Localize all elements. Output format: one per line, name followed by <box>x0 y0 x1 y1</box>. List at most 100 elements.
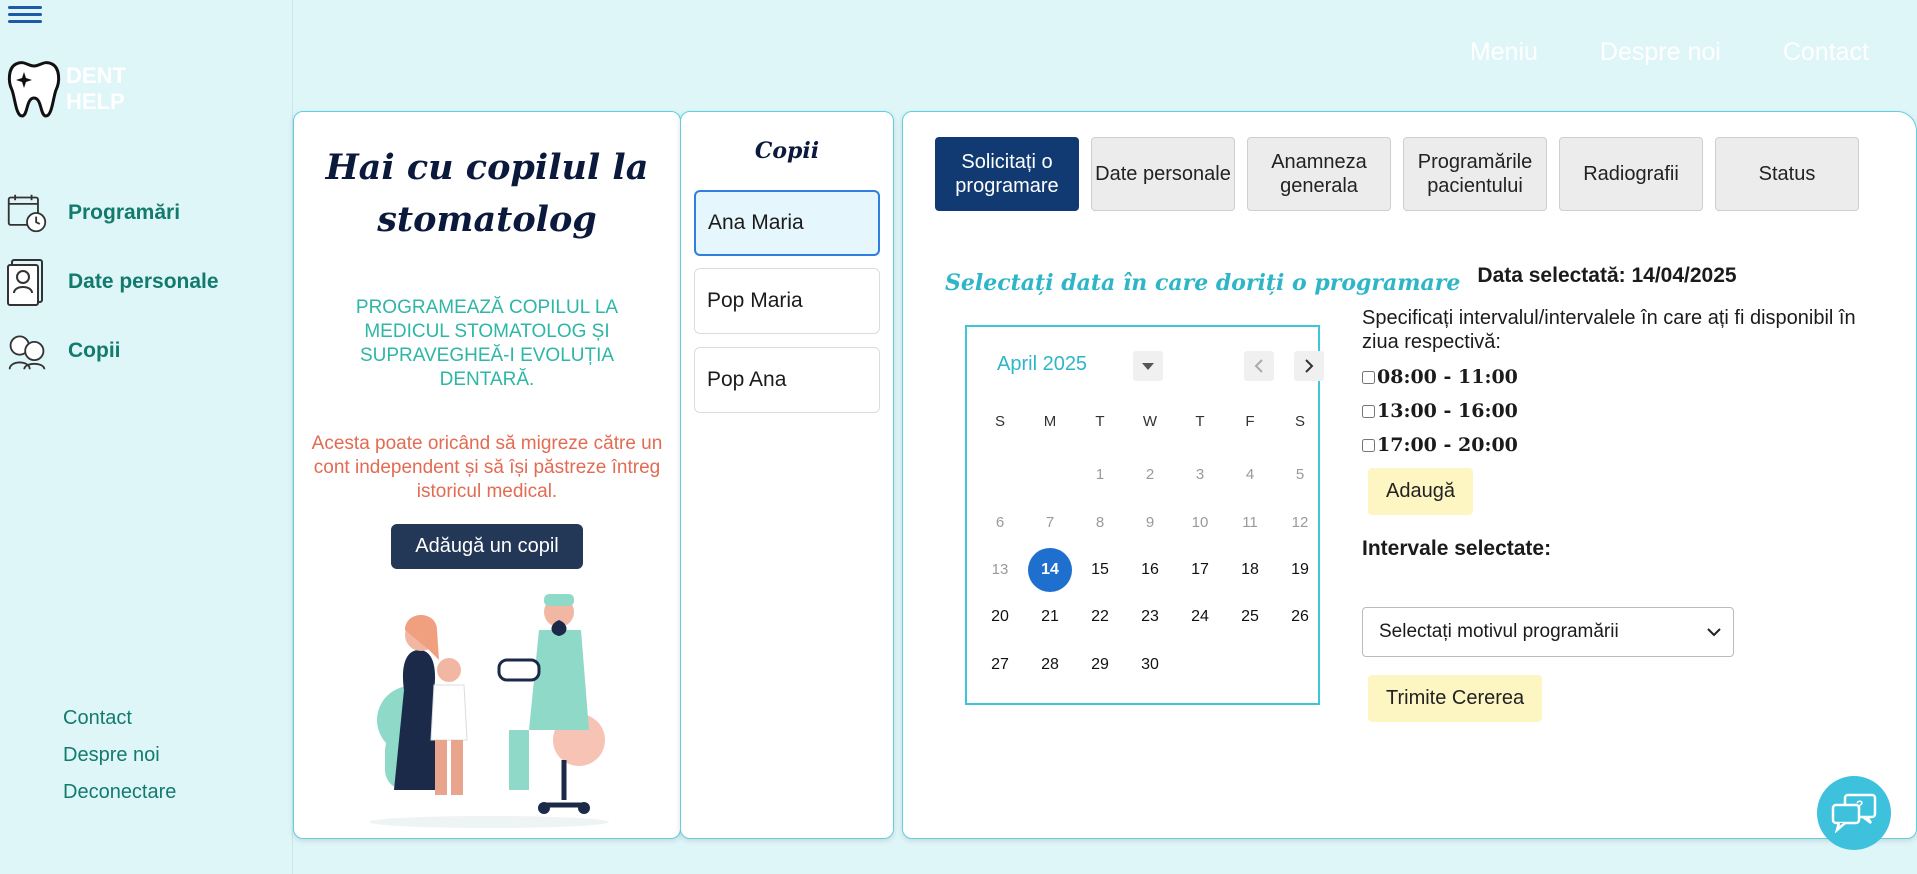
day-number: 11 <box>1242 513 1258 531</box>
hero-note: Acesta poate oricând să migreze către un… <box>311 433 663 502</box>
day-cell[interactable]: 26 <box>1275 594 1325 642</box>
child-item-ana-maria[interactable]: Ana Maria <box>694 190 880 256</box>
children-icon <box>6 328 48 374</box>
slot-checkbox[interactable] <box>1362 370 1375 384</box>
empty-day-cell <box>975 451 1025 499</box>
slot-option[interactable]: 13:00 - 16:00 <box>1362 400 1882 422</box>
weekday-row: SMTWTFS <box>975 413 1325 430</box>
tab-radiographs[interactable]: Radiografii <box>1559 137 1703 211</box>
day-cell[interactable]: 6 <box>975 499 1025 547</box>
day-cell[interactable]: 7 <box>1025 499 1075 547</box>
day-cell[interactable]: 20 <box>975 594 1025 642</box>
day-cell[interactable]: 23 <box>1125 594 1175 642</box>
weekday-label: W <box>1142 413 1158 430</box>
sidebar: DENT HELP Programări Date personale Copi… <box>0 0 293 874</box>
sidebar-item-date-personale[interactable]: Date personale <box>6 247 219 316</box>
day-number: 9 <box>1145 513 1155 531</box>
day-cell[interactable]: 2 <box>1125 451 1175 499</box>
day-cell[interactable]: 4 <box>1225 451 1275 499</box>
day-cell[interactable]: 1 <box>1075 451 1125 499</box>
child-item-pop-maria[interactable]: Pop Maria <box>694 268 880 334</box>
day-number: 15 <box>1091 560 1109 578</box>
slot-label: 13:00 - 16:00 <box>1377 400 1518 422</box>
appointment-reason-select[interactable]: Selectați motivul programării <box>1362 607 1734 657</box>
month-dropdown-icon[interactable] <box>1133 351 1163 381</box>
logout-link[interactable]: Deconectare <box>63 774 176 811</box>
submit-request-button[interactable]: Trimite Cererea <box>1368 675 1543 722</box>
topnav-menu-link[interactable]: Meniu <box>1470 38 1538 67</box>
day-number: 25 <box>1241 608 1259 626</box>
day-number: 3 <box>1195 466 1205 484</box>
sidebar-item-programari[interactable]: Programări <box>6 178 219 247</box>
day-cell-selected[interactable]: 14 <box>1025 546 1075 594</box>
contact-link[interactable]: Contact <box>63 700 176 737</box>
day-cell[interactable]: 5 <box>1275 451 1325 499</box>
day-number: 19 <box>1291 560 1309 578</box>
day-cell[interactable]: 9 <box>1125 499 1175 547</box>
day-cell[interactable]: 17 <box>1175 546 1225 594</box>
day-number: 22 <box>1091 608 1109 626</box>
day-number: 1 <box>1095 466 1105 484</box>
svg-text:?: ? <box>1856 798 1863 812</box>
day-cell[interactable]: 25 <box>1225 594 1275 642</box>
day-cell[interactable]: 8 <box>1075 499 1125 547</box>
tab-anamnesis[interactable]: Anamneza generala <box>1247 137 1391 211</box>
tab-personal-data[interactable]: Date personale <box>1091 137 1235 211</box>
day-cell[interactable]: 27 <box>975 641 1025 689</box>
day-number: 30 <box>1141 655 1159 673</box>
prev-month-icon[interactable] <box>1244 351 1274 381</box>
day-cell[interactable]: 22 <box>1075 594 1125 642</box>
hamburger-menu-icon[interactable] <box>8 2 42 28</box>
day-cell[interactable]: 18 <box>1225 546 1275 594</box>
day-number: 2 <box>1145 466 1155 484</box>
weekday-label: T <box>1095 413 1105 430</box>
day-cell[interactable]: 28 <box>1025 641 1075 689</box>
slot-label: 17:00 - 20:00 <box>1377 434 1518 456</box>
dentist-family-illustration <box>369 594 609 828</box>
day-cell[interactable]: 29 <box>1075 641 1125 689</box>
empty-day-cell <box>1025 451 1075 499</box>
add-slot-button[interactable]: Adaugă <box>1368 468 1473 515</box>
topnav-contact-link[interactable]: Contact <box>1783 38 1869 67</box>
day-cell[interactable]: 15 <box>1075 546 1125 594</box>
slot-checkbox[interactable] <box>1362 438 1375 452</box>
day-cell[interactable]: 3 <box>1175 451 1225 499</box>
sidebar-item-label: Copii <box>68 338 121 362</box>
logo-line-2: HELP <box>66 89 125 114</box>
slot-option[interactable]: 08:00 - 11:00 <box>1362 366 1882 388</box>
day-number: 20 <box>991 608 1009 626</box>
topnav-about-link[interactable]: Despre noi <box>1600 38 1721 67</box>
id-card-icon <box>6 258 48 306</box>
weekday-label: S <box>1294 413 1305 430</box>
month-label[interactable]: April 2025 <box>997 353 1087 376</box>
next-month-icon[interactable] <box>1294 351 1324 381</box>
weekday-label: S <box>994 413 1005 430</box>
day-cell[interactable]: 19 <box>1275 546 1325 594</box>
day-number: 12 <box>1291 513 1309 531</box>
slot-checkbox[interactable] <box>1362 404 1375 418</box>
app-logo[interactable]: DENT HELP <box>6 58 126 120</box>
logo-line-1: DENT <box>66 63 126 88</box>
slot-option[interactable]: 17:00 - 20:00 <box>1362 434 1882 456</box>
day-cell[interactable]: 10 <box>1175 499 1225 547</box>
day-cell[interactable]: 24 <box>1175 594 1225 642</box>
weekday-label: F <box>1245 413 1255 430</box>
day-cell[interactable]: 21 <box>1025 594 1075 642</box>
about-link[interactable]: Despre noi <box>63 737 176 774</box>
day-cell[interactable]: 12 <box>1275 499 1325 547</box>
tab-status[interactable]: Status <box>1715 137 1859 211</box>
sidebar-bottom-links: Contact Despre noi Deconectare <box>63 700 176 811</box>
day-cell[interactable]: 30 <box>1125 641 1175 689</box>
day-cell[interactable]: 16 <box>1125 546 1175 594</box>
tab-patient-appointments[interactable]: Programările pacientului <box>1403 137 1547 211</box>
tab-bar: Solicitați o programare Date personale A… <box>935 137 1859 211</box>
child-item-pop-ana[interactable]: Pop Ana <box>694 347 880 413</box>
sidebar-item-copii[interactable]: Copii <box>6 316 219 385</box>
day-cell[interactable]: 11 <box>1225 499 1275 547</box>
day-cell[interactable]: 13 <box>975 546 1025 594</box>
tab-request-appointment[interactable]: Solicitați o programare <box>935 137 1079 211</box>
day-number: 26 <box>1291 608 1309 626</box>
chat-help-button[interactable]: ? <box>1817 776 1891 850</box>
add-child-button[interactable]: Adăugă un copil <box>391 524 583 569</box>
day-grid: 1 2 3 4 5 6 7 8 9 10 11 12 13 14 15 16 17 18 19 20 21 22 23 24 2… <box>975 451 1325 689</box>
